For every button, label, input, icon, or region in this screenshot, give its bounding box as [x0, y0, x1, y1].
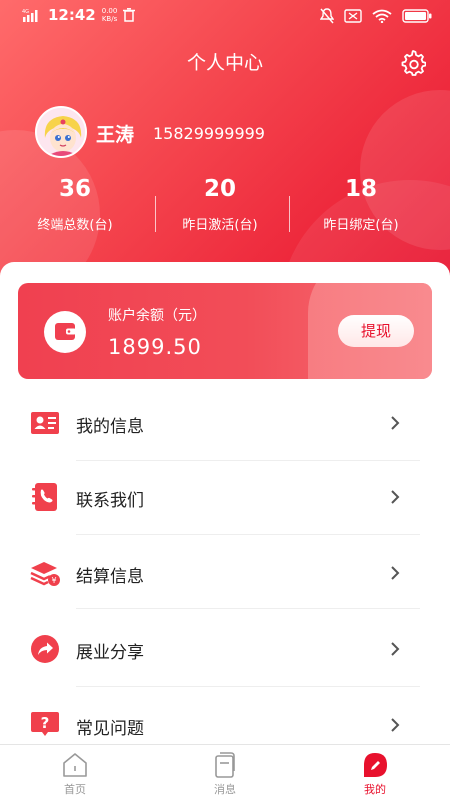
battery-icon: [402, 9, 432, 23]
menu-divider: [76, 686, 420, 687]
menu-label: 结算信息: [76, 567, 144, 587]
question-icon: ?: [31, 712, 59, 736]
chevron-right-icon: [391, 490, 400, 504]
balance-card: 账户余额（元） 1899.50 提现: [18, 283, 432, 379]
menu-item-settlement-info[interactable]: ¥ 结算信息: [0, 536, 450, 610]
user-name: 王涛: [96, 124, 135, 146]
share-icon: [31, 635, 59, 663]
tab-label: 首页: [64, 783, 86, 796]
svg-text:¥: ¥: [51, 576, 56, 585]
tab-label: 我的: [364, 783, 386, 796]
menu-label: 展业分享: [76, 643, 144, 663]
tab-home[interactable]: 首页: [0, 745, 150, 800]
balance-value: 1899.50: [108, 335, 202, 359]
menu-label: 常见问题: [76, 719, 144, 739]
mute-icon: [320, 8, 334, 24]
stat-value: 18: [344, 176, 377, 202]
menu-item-faq[interactable]: ? 常见问题: [0, 688, 450, 744]
avatar[interactable]: [35, 106, 87, 158]
chevron-right-icon: [391, 718, 400, 732]
chevron-right-icon: [391, 416, 400, 430]
balance-label: 账户余额（元）: [108, 308, 206, 324]
stat-bound-yesterday[interactable]: 18 昨日绑定(台): [286, 176, 436, 233]
menu-label: 我的信息: [76, 417, 144, 437]
gear-icon[interactable]: [400, 50, 426, 76]
signal-icon: 4G: [22, 9, 38, 22]
network-speed: 0.00 KB/s: [102, 7, 118, 23]
status-bar: 4G 12:42 0.00 KB/s: [0, 0, 450, 32]
money-stack-icon: ¥: [30, 562, 60, 586]
tab-mine[interactable]: 我的: [300, 745, 450, 800]
chevron-right-icon: [391, 566, 400, 580]
menu-label: 联系我们: [76, 491, 144, 511]
speed-value: 0.00: [101, 7, 118, 15]
stat-value: 20: [203, 176, 236, 202]
id-card-icon: [31, 412, 59, 434]
profile-header: 4G 12:42 0.00 KB/s 个人中心 王涛 15829999999 3…: [0, 0, 450, 290]
menu-item-my-info[interactable]: 我的信息: [0, 386, 450, 460]
wallet-icon: [44, 311, 86, 353]
menu-divider: [76, 608, 420, 609]
stat-label: 昨日激活(台): [182, 218, 258, 233]
svg-text:4G: 4G: [22, 9, 29, 15]
tab-messages[interactable]: 消息: [150, 745, 300, 800]
stat-label: 终端总数(台): [37, 218, 113, 233]
page-title: 个人中心: [186, 52, 263, 74]
trash-icon: [123, 8, 136, 22]
profile-pen-icon: [364, 753, 387, 777]
menu-item-share[interactable]: 展业分享: [0, 612, 450, 686]
clock: 12:42: [48, 6, 96, 24]
menu-divider: [76, 534, 420, 535]
phone-book-icon: [32, 483, 57, 511]
chevron-right-icon: [391, 642, 400, 656]
content-panel: 账户余额（元） 1899.50 提现 我的信息 联系我们 ¥ 结算信息 展业分享…: [0, 262, 450, 744]
home-icon: [63, 753, 87, 777]
stat-value: 36: [58, 176, 91, 202]
speed-unit: KB/s: [101, 15, 118, 23]
withdraw-button[interactable]: 提现: [338, 315, 414, 347]
message-icon: [215, 752, 235, 778]
avatar-illustration-icon: [37, 108, 85, 156]
user-phone: 15829999999: [153, 124, 265, 143]
no-sim-icon: [344, 9, 362, 23]
menu-item-contact-us[interactable]: 联系我们: [0, 460, 450, 534]
wifi-icon: [372, 9, 392, 23]
tab-label: 消息: [214, 783, 236, 796]
stats-row: 36 终端总数(台) 20 昨日激活(台) 18 昨日绑定(台): [0, 176, 450, 246]
stat-total-terminals[interactable]: 36 终端总数(台): [0, 176, 150, 233]
stat-label: 昨日绑定(台): [323, 218, 399, 233]
bottom-tab-bar: 首页 消息 我的: [0, 744, 450, 800]
stat-activated-yesterday[interactable]: 20 昨日激活(台): [145, 176, 295, 233]
svg-text:?: ?: [41, 714, 50, 732]
